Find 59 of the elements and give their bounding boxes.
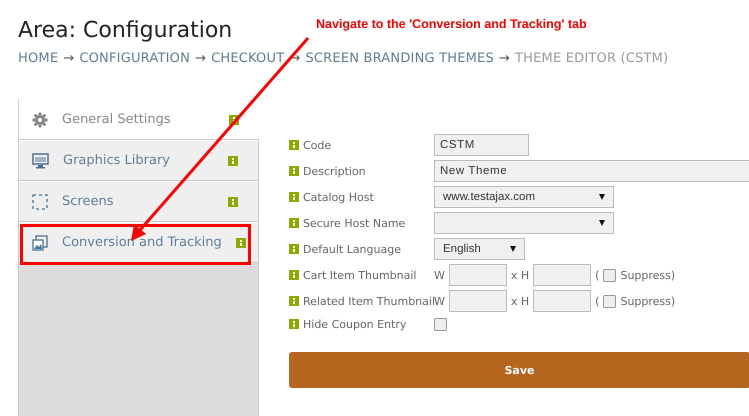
info-icon [289, 319, 299, 329]
sidebar-tab[interactable]: Conversion and Tracking [19, 222, 258, 263]
sidebar-tab[interactable]: Screens [19, 181, 258, 222]
checkbox-label: Suppress) [620, 268, 676, 282]
parenthesis: ( [595, 294, 600, 308]
info-icon [228, 156, 238, 166]
checkbox[interactable] [434, 318, 447, 330]
page-title: Area: Configuration [18, 18, 232, 43]
breadcrumb-link[interactable]: CONFIGURATION [79, 51, 190, 66]
dashed-square-icon [32, 194, 48, 210]
dropdown[interactable]: English [434, 238, 525, 260]
width-label: W [434, 268, 445, 282]
dropdown[interactable] [434, 212, 614, 234]
text-field[interactable]: New Theme [434, 160, 749, 182]
caret-icon [599, 194, 605, 200]
checkbox-label: Suppress) [620, 294, 676, 308]
field-label: Secure Host Name [303, 216, 406, 230]
monitor-icon [32, 152, 49, 168]
height-label: x H [510, 294, 530, 308]
breadcrumb-separator: → [195, 51, 206, 66]
width-field[interactable] [448, 264, 507, 286]
info-icon [289, 296, 299, 306]
info-icon [236, 238, 246, 248]
text-field[interactable]: CSTM [434, 134, 529, 156]
info-icon [289, 192, 299, 202]
field-label: Description [303, 164, 367, 178]
images-icon [32, 234, 48, 250]
annotation-text: Navigate to the 'Conversion and Tracking' tab [316, 17, 587, 31]
info-icon [228, 196, 238, 206]
info-icon [289, 166, 299, 176]
field-label: Hide Coupon Entry [303, 318, 408, 330]
height-label: x H [510, 268, 530, 282]
info-icon [289, 140, 299, 150]
breadcrumb-link[interactable]: CHECKOUT [211, 51, 284, 66]
height-field[interactable] [533, 290, 592, 312]
save-button[interactable]: Save [289, 352, 749, 388]
breadcrumb-separator: → [63, 51, 74, 66]
caret-icon [599, 220, 605, 226]
breadcrumb-link[interactable]: HOME [18, 51, 58, 66]
dropdown[interactable]: www.testajax.com [434, 186, 614, 208]
breadcrumb-separator: → [498, 51, 510, 66]
info-icon [289, 244, 299, 254]
field-label: Catalog Host [303, 190, 375, 204]
gear-icon [32, 112, 48, 128]
field-label: Default Language [303, 242, 402, 256]
checkbox[interactable] [603, 268, 616, 282]
info-icon [289, 270, 299, 280]
sidebar-tab[interactable]: Graphics Library [19, 140, 258, 181]
width-label: W [434, 294, 445, 308]
field-label: Cart Item Thumbnail [303, 268, 418, 282]
sidebar-tab[interactable]: General Settings [19, 99, 259, 140]
field-label: Code [303, 138, 332, 152]
caret-icon [510, 246, 516, 252]
checkbox[interactable] [603, 294, 616, 308]
height-field[interactable] [533, 264, 592, 286]
width-field[interactable] [448, 290, 507, 312]
info-icon [289, 218, 299, 228]
parenthesis: ( [595, 268, 600, 282]
breadcrumb-link[interactable]: SCREEN BRANDING THEMES [305, 51, 494, 66]
